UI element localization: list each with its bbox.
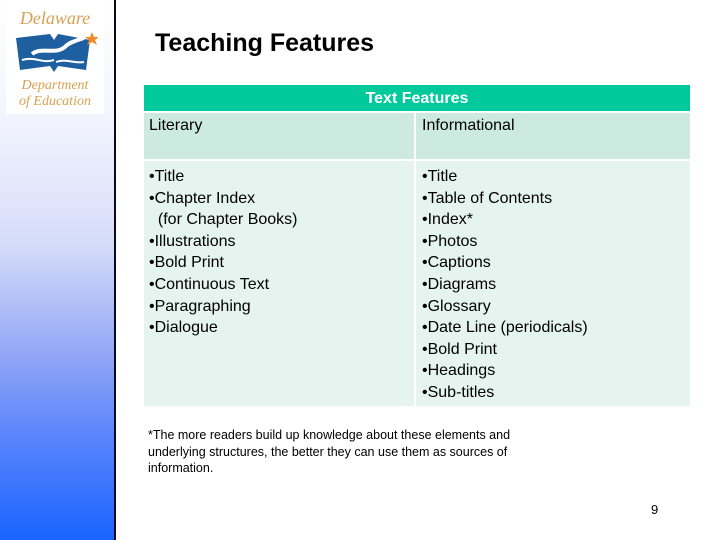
list-item: •Chapter Index (149, 189, 256, 207)
open-book-star-icon (16, 32, 98, 72)
sidebar-gradient: Delaware Department of Education (0, 0, 116, 540)
footnote: *The more readers build up knowledge abo… (148, 428, 511, 475)
delaware-doe-logo: Delaware Department of Education (6, 4, 104, 114)
list-item: •Dialogue (149, 319, 218, 337)
logo-bottom-text: Department of Education (6, 78, 104, 110)
page-number: 9 (651, 502, 659, 517)
list-item: •Glossary (422, 297, 491, 315)
list-item: •Bold Print (422, 340, 497, 358)
list-item: •Continuous Text (149, 275, 270, 293)
literary-list: •Title •Chapter Index (for Chapter Books… (144, 161, 416, 406)
list-item: •Captions (422, 254, 491, 272)
list-item: •Title (422, 168, 458, 185)
table-column-headers: Literary Informational (144, 113, 690, 161)
logo-education-text: of Education (19, 94, 91, 109)
list-item: •Date Line (periodicals) (422, 319, 588, 337)
list-item: •Index* (422, 211, 473, 229)
list-item: •Table of Contents (422, 189, 553, 207)
column-header-literary: Literary (144, 113, 416, 161)
list-item: •Diagrams (422, 275, 497, 293)
text-features-table: Text Features Literary Informational •Ti… (144, 85, 690, 406)
informational-list: •Title •Table of Contents •Index* •Photo… (416, 161, 690, 406)
table-header: Text Features (144, 85, 690, 113)
list-item: •Sub-titles (422, 383, 495, 401)
list-item: (for Chapter Books) (149, 211, 298, 229)
logo-department-text: Department (21, 78, 89, 93)
list-item: •Illustrations (149, 232, 236, 250)
logo-top-text: Delaware (19, 8, 91, 28)
list-item: •Headings (422, 362, 496, 380)
table-body-row: •Title •Chapter Index (for Chapter Books… (144, 161, 690, 406)
slide-title: Teaching Features (155, 29, 375, 57)
list-item: •Paragraphing (149, 297, 251, 315)
list-item: •Bold Print (149, 254, 224, 272)
list-item: •Title (149, 168, 185, 185)
list-item: •Photos (422, 232, 478, 250)
column-header-informational: Informational (416, 113, 690, 161)
